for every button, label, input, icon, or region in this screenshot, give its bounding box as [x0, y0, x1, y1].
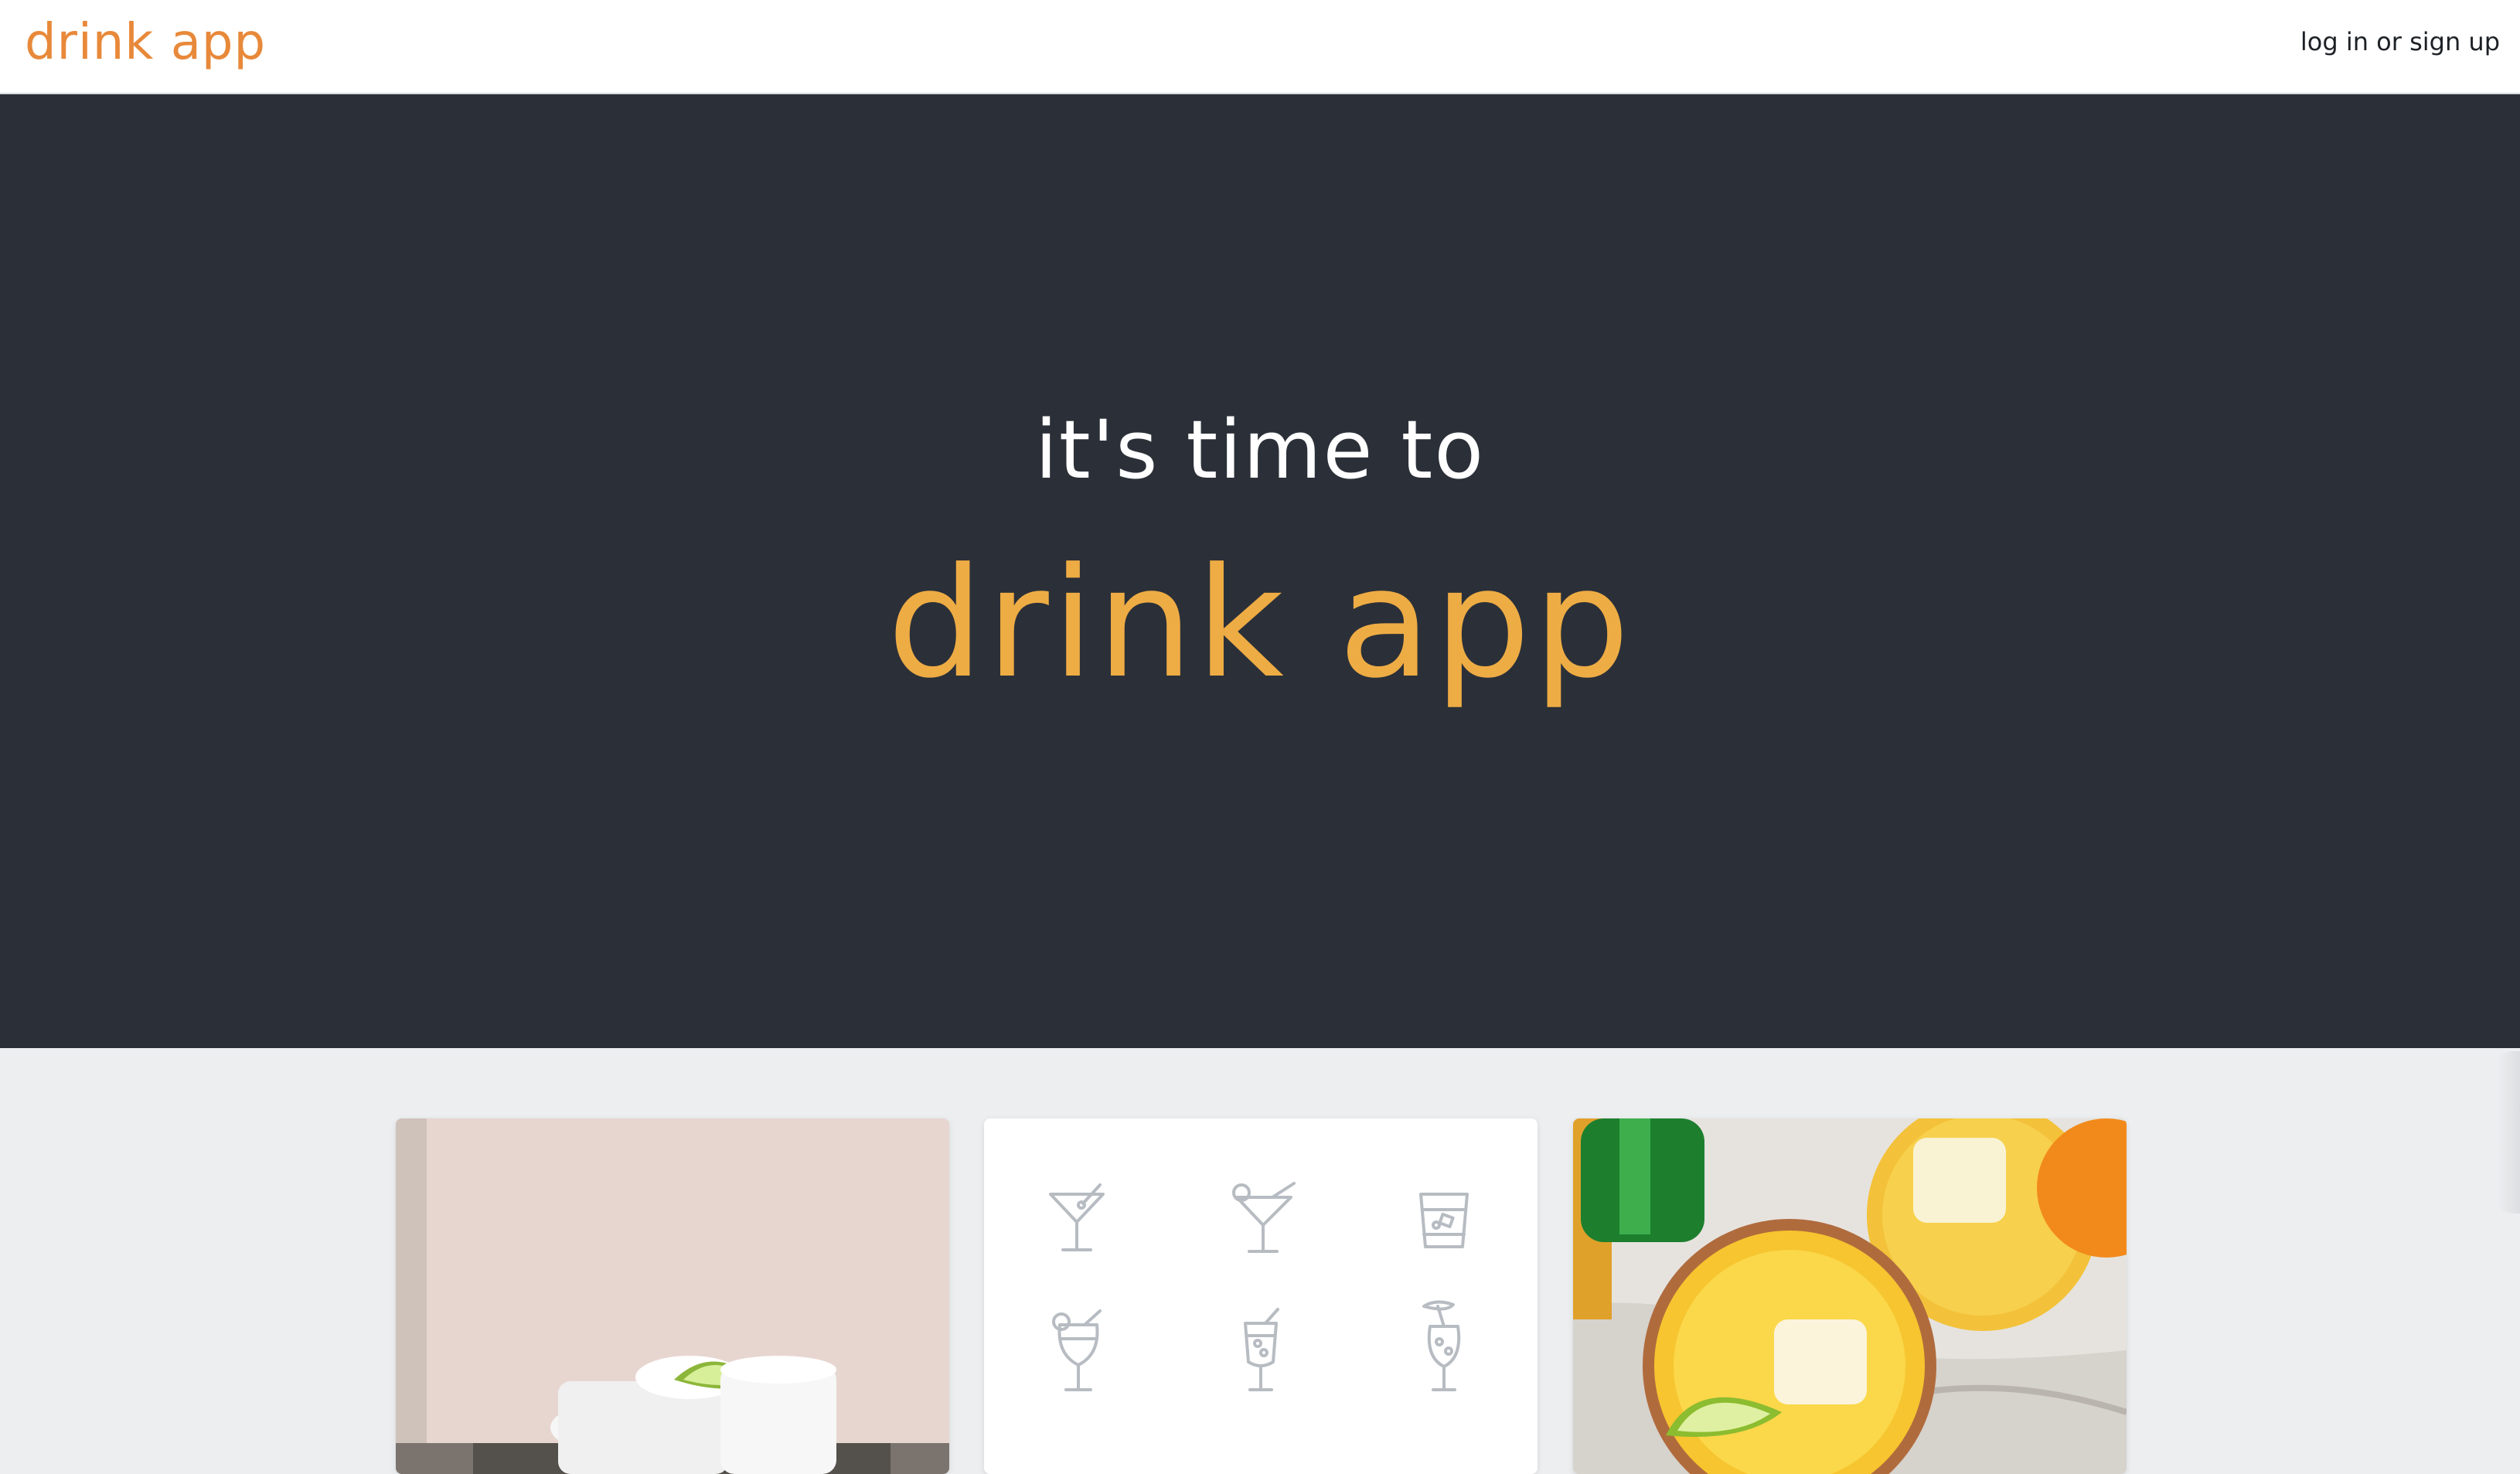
martini-glass-icon: [1049, 1183, 1105, 1251]
hero-title: drink app: [887, 536, 1633, 712]
brand-logo-link[interactable]: drink app: [25, 8, 266, 77]
hero-subtitle: it's time to: [1035, 403, 1485, 497]
drink-card-glass-icons[interactable]: [984, 1118, 1538, 1474]
margarita-photo: [396, 1118, 949, 1474]
hurricane-glass-icon: [1052, 1309, 1102, 1391]
hero-banner: it's time to drink app: [0, 94, 2520, 1048]
glass-icon-grid: [984, 1118, 1538, 1474]
highball-glass-icon: [1244, 1308, 1279, 1391]
login-signup-link[interactable]: log in or sign up: [2300, 23, 2500, 60]
drink-card-margarita-photo[interactable]: [396, 1118, 949, 1474]
citrus-drink-photo: [1573, 1118, 2127, 1474]
cocktail-glass-icon: [1232, 1182, 1296, 1253]
rocks-glass-icon: [1419, 1193, 1469, 1248]
side-edge-shadow: [2497, 1051, 2520, 1214]
drink-card-citrus-photo[interactable]: [1573, 1118, 2127, 1474]
tiki-glass-icon: [1422, 1300, 1461, 1391]
top-navbar: drink app log in or sign up: [0, 0, 2520, 94]
